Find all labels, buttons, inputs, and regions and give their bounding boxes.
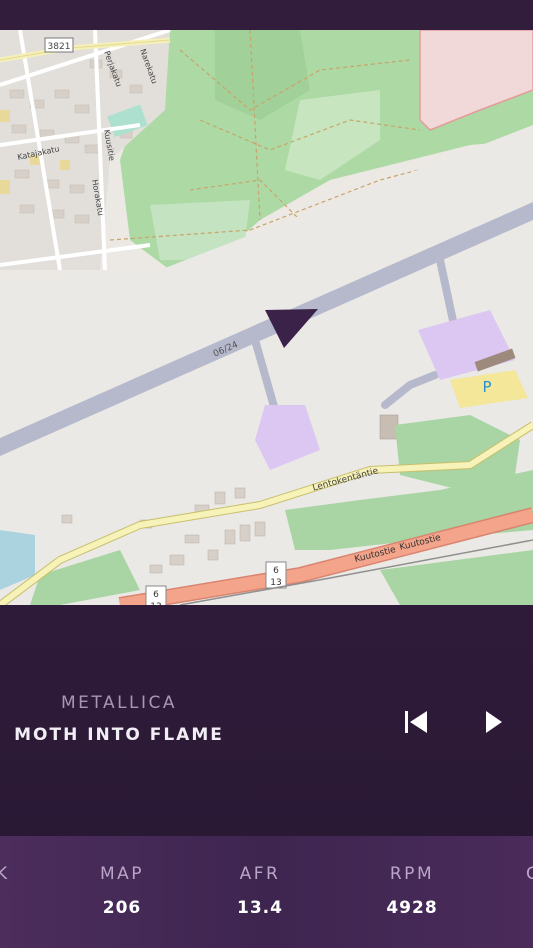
track-title: MOTH INTO FLAME <box>14 725 224 745</box>
svg-text:6: 6 <box>153 590 159 600</box>
map-canvas[interactable]: 3821 06/24 P Lentokentäntie Kuutostie Ku… <box>0 30 533 605</box>
gauge-afr: AFR 13.4 <box>200 864 320 918</box>
gauge-label: MAP <box>99 864 145 884</box>
play-icon <box>486 711 502 733</box>
gauge-rpm: RPM 4928 <box>352 864 472 918</box>
svg-text:P: P <box>482 378 491 396</box>
skip-previous-icon <box>405 711 427 733</box>
gauge-partial-right: C <box>526 864 533 884</box>
gauge-partial-left: K <box>0 864 8 884</box>
gauge-label: AFR <box>239 864 281 884</box>
play-button[interactable] <box>476 707 510 737</box>
media-player: METALLICA MOTH INTO FLAME <box>0 605 533 836</box>
artist-name: METALLICA <box>60 693 178 713</box>
gauge-map: MAP 206 <box>62 864 182 918</box>
gauge-value: 4928 <box>386 898 438 918</box>
gauge-label: RPM <box>389 864 435 884</box>
map-view[interactable]: 3821 06/24 P Lentokentäntie Kuutostie Ku… <box>0 30 533 605</box>
status-bar <box>0 0 533 30</box>
svg-text:3821: 3821 <box>48 42 71 52</box>
gauge-value: 13.4 <box>237 898 283 918</box>
gauge-value: 206 <box>102 898 142 918</box>
previous-track-button[interactable] <box>398 707 432 737</box>
gauge-strip[interactable]: K MAP 206 AFR 13.4 RPM 4928 C <box>0 836 533 948</box>
svg-text:6: 6 <box>273 566 279 576</box>
